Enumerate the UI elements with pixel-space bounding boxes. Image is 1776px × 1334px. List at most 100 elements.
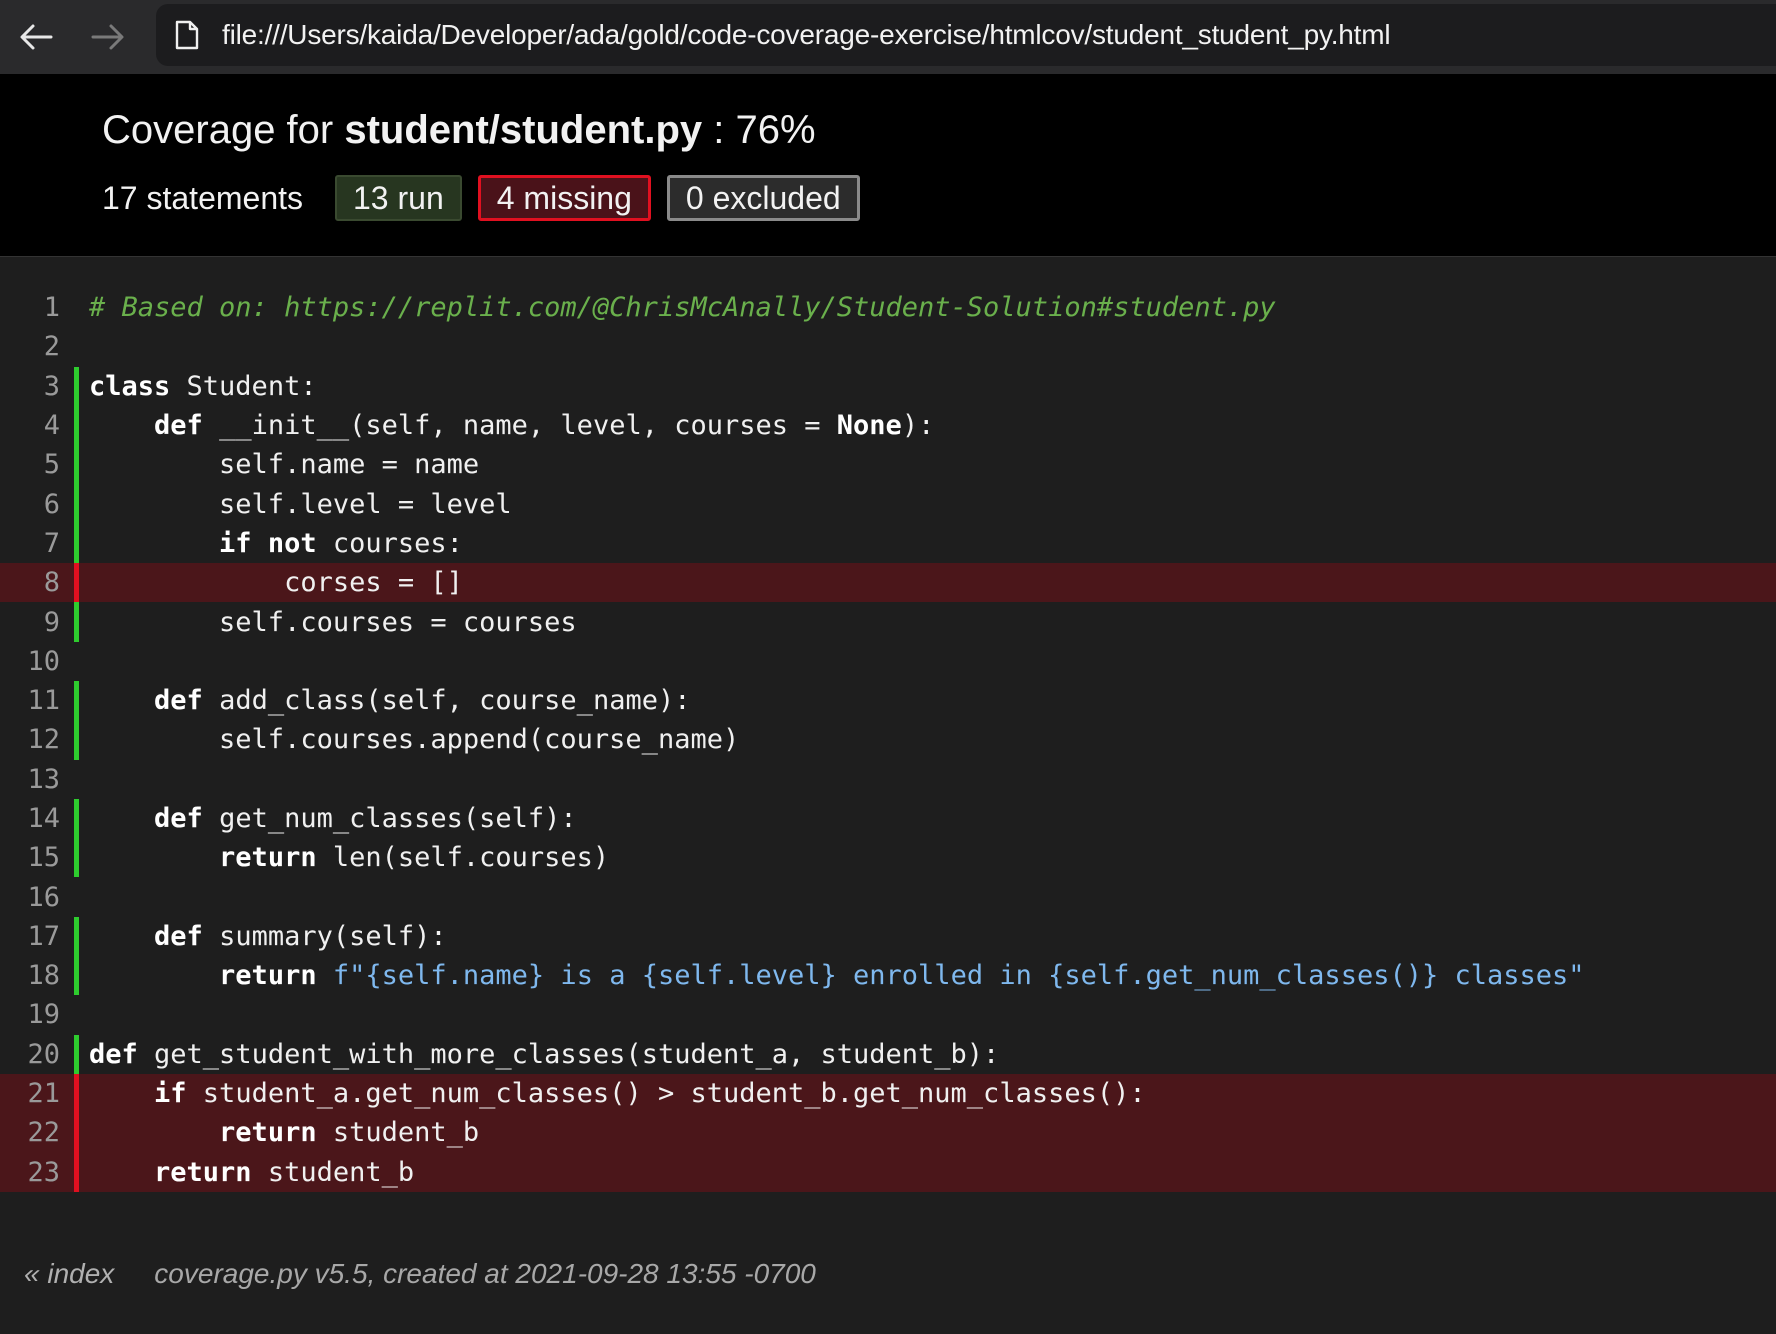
code-token: self.courses = courses: [89, 606, 577, 638]
code-token: add_class(self, course_name):: [202, 685, 691, 717]
line-code: # Based on: https://replit.com/@ChrisMcA…: [89, 292, 1276, 323]
source-line: 7 if not courses:: [0, 523, 1776, 564]
coverage-marker: [74, 602, 79, 642]
keyword: def: [154, 410, 203, 442]
keyword: None: [836, 410, 902, 442]
code-token: student_b: [316, 1117, 480, 1149]
keyword: if: [219, 527, 252, 559]
line-number[interactable]: 1: [0, 292, 74, 323]
line-number[interactable]: 21: [0, 1078, 74, 1109]
keyword: return: [219, 1117, 317, 1149]
line-code: if not courses:: [89, 528, 463, 559]
address-bar[interactable]: file:///Users/kaida/Developer/ada/gold/c…: [156, 4, 1776, 66]
line-code: def summary(self):: [89, 921, 447, 952]
coverage-marker: [74, 288, 79, 327]
source-line: 6 self.level = level: [0, 484, 1776, 524]
coverage-marker: [74, 916, 79, 957]
source-line: 13: [0, 760, 1776, 799]
line-number[interactable]: 5: [0, 449, 74, 480]
source-line: 12 self.courses.append(course_name): [0, 720, 1776, 760]
line-number[interactable]: 11: [0, 685, 74, 716]
back-button[interactable]: [0, 0, 72, 74]
line-code: def get_num_classes(self):: [89, 803, 577, 834]
line-number[interactable]: 12: [0, 724, 74, 755]
keyword: return: [219, 960, 317, 992]
coverage-marker: [74, 956, 79, 996]
line-number[interactable]: 13: [0, 764, 74, 795]
arrow-right-icon: [91, 24, 124, 50]
arrow-left-icon: [20, 24, 53, 50]
index-link[interactable]: « index: [24, 1258, 114, 1290]
coverage-marker: [74, 720, 79, 760]
line-number[interactable]: 9: [0, 607, 74, 638]
keyword: def: [154, 803, 203, 834]
code-token: __init__(self, name, level, courses =: [202, 410, 837, 442]
line-number[interactable]: 10: [0, 646, 74, 677]
line-number[interactable]: 17: [0, 921, 74, 952]
coverage-marker: [74, 838, 79, 878]
source-line: 22 return student_b: [0, 1113, 1776, 1153]
code-token: summary(self):: [202, 920, 447, 952]
forward-button[interactable]: [72, 0, 144, 74]
line-number[interactable]: 8: [0, 567, 74, 598]
line-number[interactable]: 20: [0, 1039, 74, 1070]
source-line: 20 def get_student_with_more_classes(stud…: [0, 1034, 1776, 1074]
line-number[interactable]: 14: [0, 803, 74, 834]
coverage-marker: [74, 445, 79, 485]
line-number[interactable]: 15: [0, 842, 74, 873]
browser-toolbar: file:///Users/kaida/Developer/ada/gold/c…: [0, 0, 1776, 74]
url-text: file:///Users/kaida/Developer/ada/gold/c…: [222, 19, 1391, 50]
line-code: def get_student_with_more_classes(studen…: [89, 1039, 999, 1070]
source-line: 21 if student_a.get_num_classes() > stud…: [0, 1073, 1776, 1114]
line-code: def add_class(self, course_name):: [89, 685, 690, 716]
line-number[interactable]: 3: [0, 371, 74, 402]
line-number[interactable]: 2: [0, 331, 74, 362]
source-line: 3 class Student:: [0, 366, 1776, 406]
code-token: get_num_classes(self):: [202, 803, 577, 834]
keyword: return: [154, 1156, 252, 1188]
coverage-marker: [74, 680, 79, 721]
keyword: class: [89, 370, 171, 402]
coverage-marker: [74, 642, 79, 681]
footer: « index coverage.py v5.5, created at 202…: [24, 1258, 816, 1290]
run-toggle-button[interactable]: 13 run: [335, 175, 462, 221]
line-number[interactable]: 22: [0, 1117, 74, 1148]
line-number[interactable]: 6: [0, 489, 74, 520]
line-code: return student_b: [89, 1157, 414, 1188]
coverage-marker: [74, 798, 79, 839]
coverage-percent: : 76%: [702, 108, 816, 152]
source-line: 15 return len(self.courses): [0, 838, 1776, 878]
line-number[interactable]: 18: [0, 960, 74, 991]
line-code: self.name = name: [89, 449, 479, 480]
line-number[interactable]: 23: [0, 1157, 74, 1188]
source-line: 10: [0, 642, 1776, 681]
source-line: 4 def __init__(self, name, level, course…: [0, 405, 1776, 446]
coverage-marker: [74, 563, 79, 603]
source-line: 5 self.name = name: [0, 445, 1776, 485]
missing-toggle-button[interactable]: 4 missing: [477, 175, 651, 221]
page-title: Coverage for student/student.py : 76%: [102, 108, 816, 153]
statements-count: 17 statements: [102, 179, 303, 216]
line-code: self.courses = courses: [89, 607, 577, 638]
line-code: self.level = level: [89, 489, 512, 520]
stats-bar: 17 statements 13 run 4 missing 0 exclude…: [102, 172, 876, 224]
keyword: return: [219, 842, 317, 874]
line-number[interactable]: 19: [0, 999, 74, 1030]
line-code: return student_b: [89, 1117, 479, 1148]
coverage-marker: [74, 995, 79, 1034]
line-number[interactable]: 7: [0, 528, 74, 559]
source-line: 23 return student_b: [0, 1152, 1776, 1192]
source-line: 19: [0, 995, 1776, 1034]
source-line: 17 def summary(self):: [0, 916, 1776, 957]
line-number[interactable]: 16: [0, 882, 74, 913]
line-number[interactable]: 4: [0, 410, 74, 441]
excluded-toggle-button[interactable]: 0 excluded: [666, 175, 860, 221]
